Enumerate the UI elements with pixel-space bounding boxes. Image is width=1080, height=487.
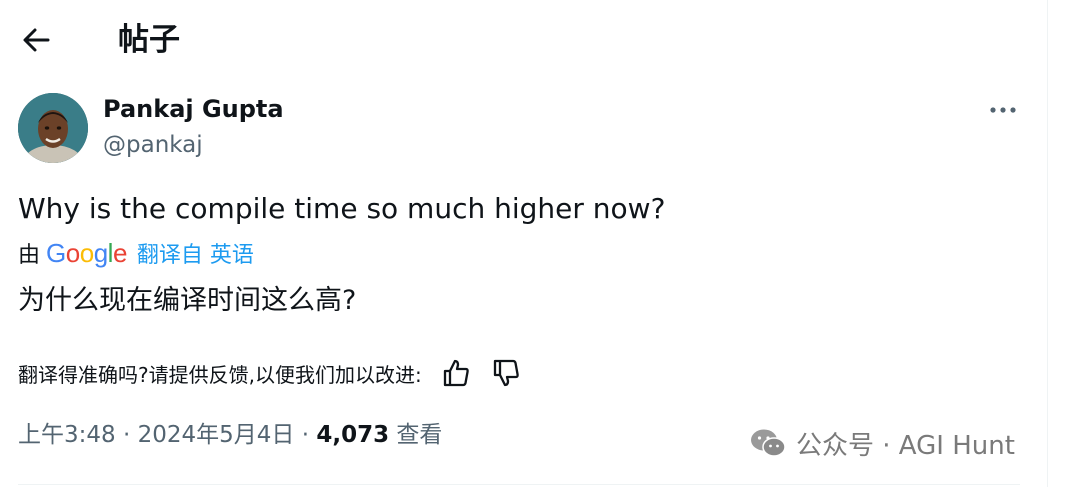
avatar-image xyxy=(18,93,88,163)
divider xyxy=(18,484,1020,485)
feedback-question: 翻译得准确吗?请提供反馈,以便我们加以改进: xyxy=(18,362,422,387)
thumbs-down-icon xyxy=(493,359,519,387)
more-horizontal-icon xyxy=(990,107,1016,113)
wechat-icon xyxy=(751,429,786,457)
views-count: 4,073 xyxy=(316,422,390,448)
meta-separator: · xyxy=(294,422,317,448)
post-metadata: 上午3:48 · 2024年5月4日 · 4,073 查看 xyxy=(18,419,442,451)
back-button[interactable] xyxy=(18,22,54,58)
translated-by-label: 由 xyxy=(18,243,41,268)
translated-text: 为什么现在编译时间这么高? xyxy=(18,285,357,316)
post-text: Why is the compile time so much higher n… xyxy=(18,192,666,225)
header: 帖子 xyxy=(0,0,1048,80)
author-name[interactable]: Pankaj Gupta xyxy=(103,94,284,124)
translation-attribution: 由 Google 翻译自 英语 xyxy=(18,236,254,270)
author-handle[interactable]: @pankaj xyxy=(103,130,203,160)
avatar[interactable] xyxy=(18,93,88,163)
thumbs-up-icon xyxy=(443,359,469,387)
post-time[interactable]: 上午3:48 xyxy=(18,422,116,448)
thumbs-down-button[interactable] xyxy=(490,357,522,389)
thumbs-up-button[interactable] xyxy=(440,357,472,389)
google-logo: Google xyxy=(46,237,127,268)
meta-separator: · xyxy=(115,422,138,448)
more-options-button[interactable] xyxy=(986,98,1020,122)
page-title: 帖子 xyxy=(118,22,180,58)
post-date[interactable]: 2024年5月4日 xyxy=(138,422,295,448)
column-divider xyxy=(1047,0,1048,487)
views-label: 查看 xyxy=(389,422,443,448)
watermark: 公众号 · AGI Hunt xyxy=(748,425,1015,461)
watermark-text: 公众号 · AGI Hunt xyxy=(796,430,1015,461)
translated-from-link[interactable]: 翻译自 英语 xyxy=(137,237,254,269)
arrow-left-icon xyxy=(23,28,50,52)
translation-feedback: 翻译得准确吗?请提供反馈,以便我们加以改进: xyxy=(18,357,522,389)
